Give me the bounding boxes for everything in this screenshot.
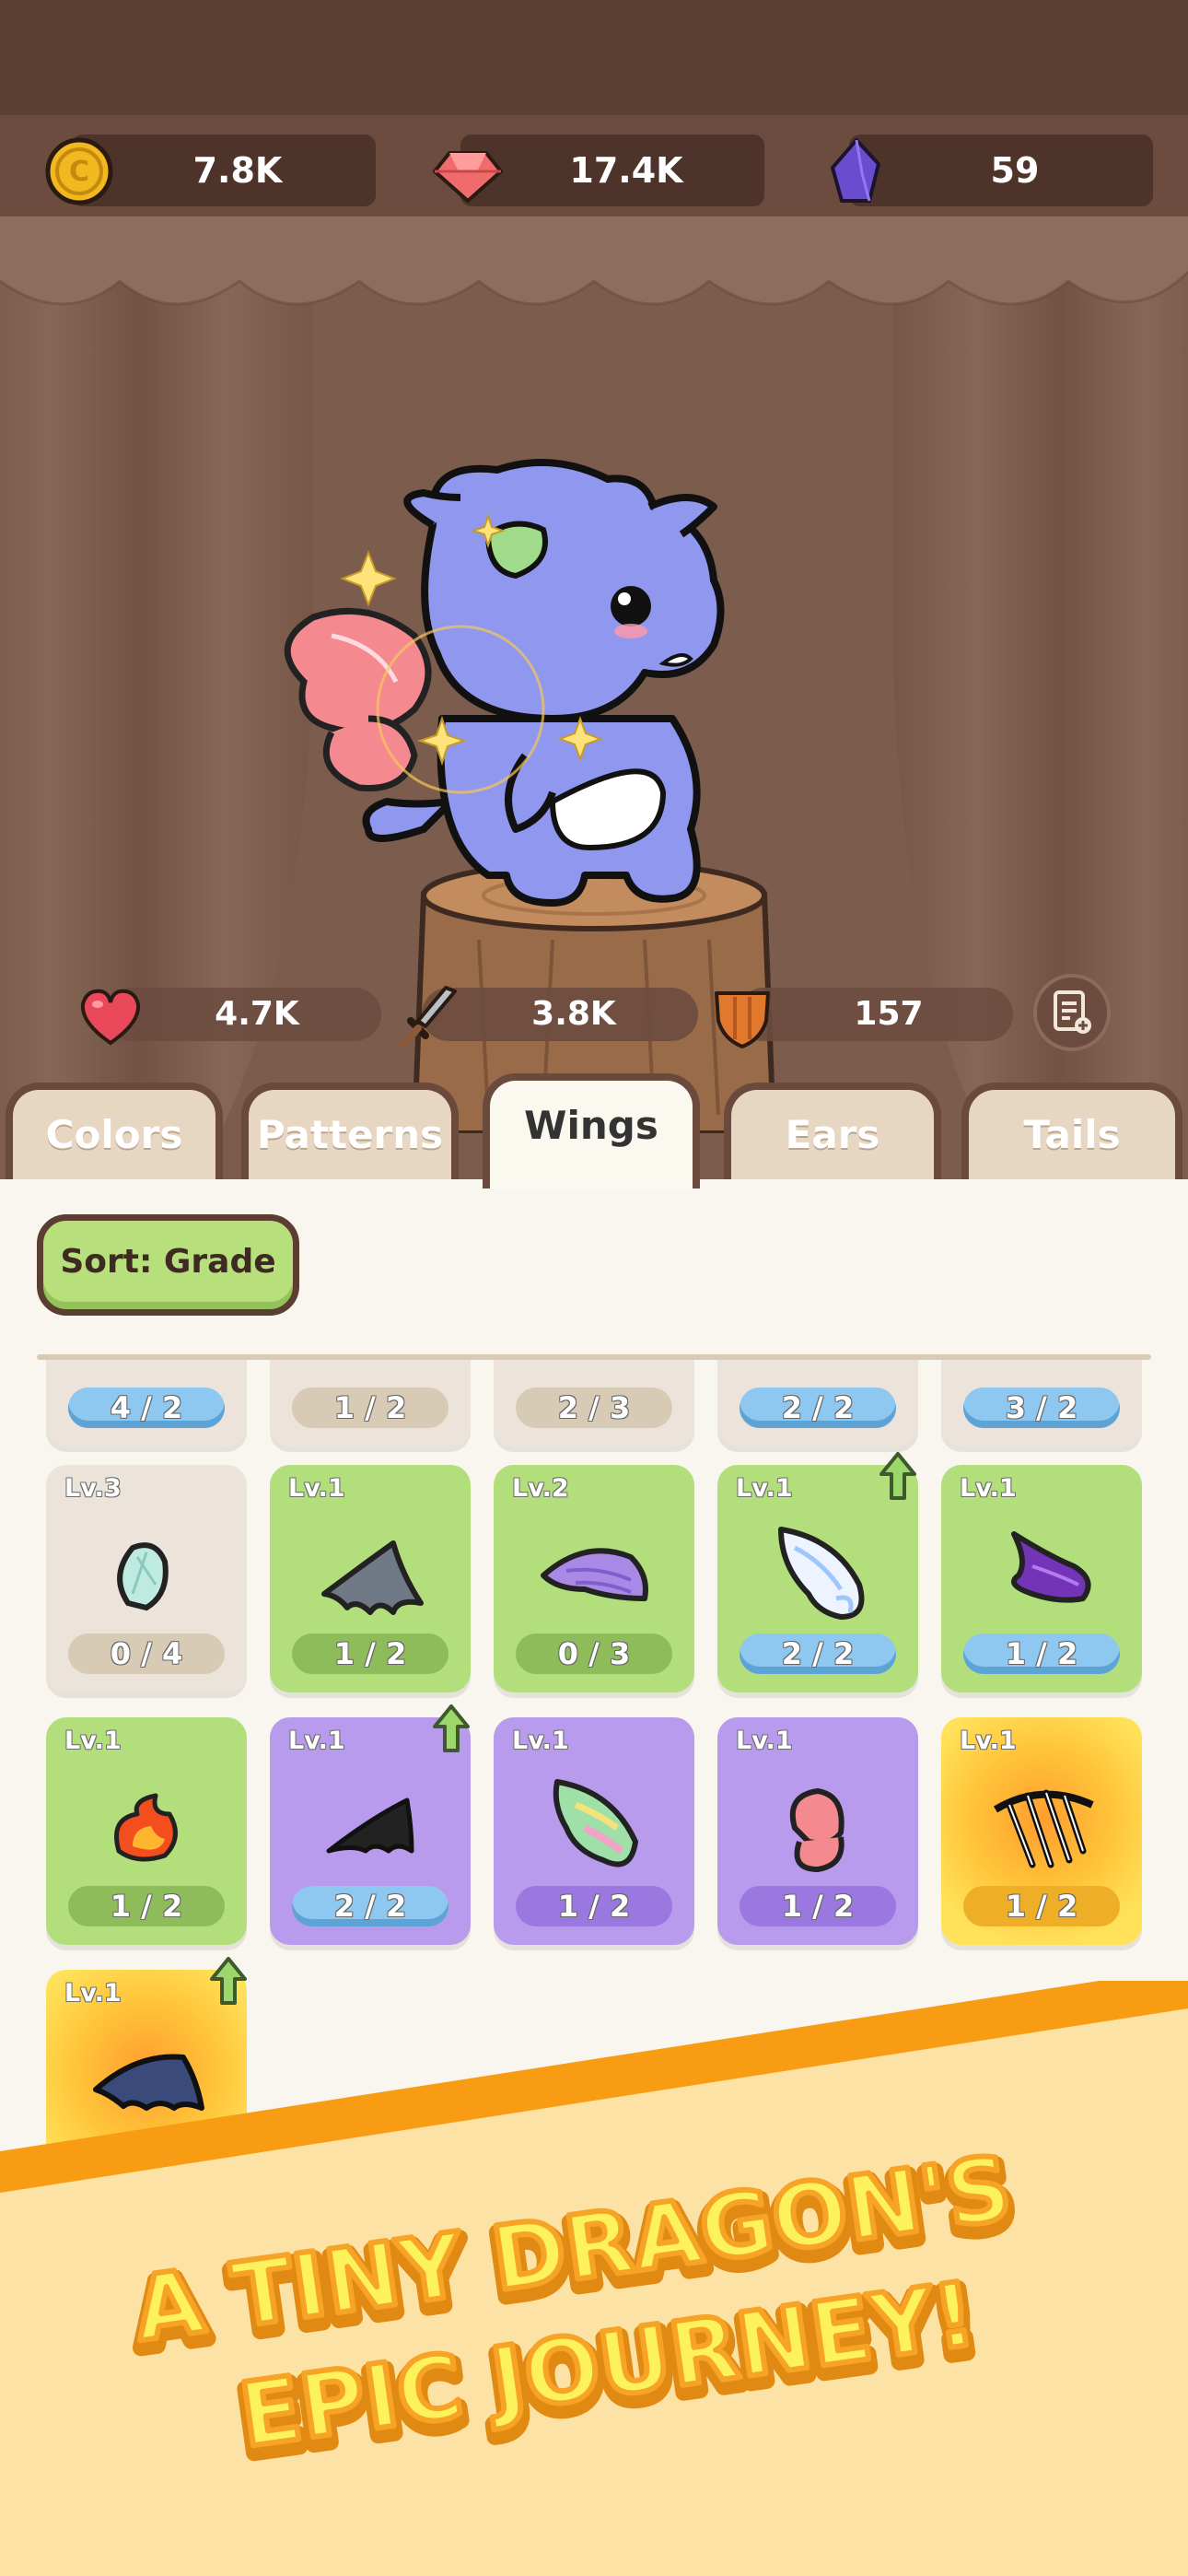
pink-butterfly-wing-icon [789,1787,844,1873]
dark-purple-wing-icon [1011,1531,1091,1603]
right-curtain [893,221,1188,1188]
item-count: 1 / 2 [516,1886,672,1926]
item-card[interactable]: 3 / 2 [941,1360,1142,1446]
item-card[interactable]: Lv.1 1 / 2 [941,1465,1142,1692]
item-count: 1 / 2 [292,1388,448,1428]
item-level: Lv.1 [960,1727,1017,1755]
defense-stat: 157 [709,984,1022,1048]
item-count: 0 / 3 [516,1633,672,1674]
rainbow-wing-icon [553,1779,638,1868]
item-count: 2 / 2 [740,1633,896,1674]
egg-shell-wing-icon [117,1542,169,1611]
pink-wing [284,607,432,792]
game-screen: C 7.8K 17.4K 59 4.7K 3.8K 157 Colors Pat… [0,0,1188,2576]
item-level: Lv.1 [288,1727,345,1755]
tab-patterns[interactable]: Patterns [241,1083,459,1188]
tab-ears[interactable]: Ears [724,1083,941,1188]
document-plus-icon [1054,990,1091,1034]
curtain-valance [0,217,1188,306]
category-tabs: Colors Patterns Wings Ears Tails [0,1073,1188,1188]
item-count: 4 / 2 [68,1388,225,1428]
gem-value: 17.4K [569,150,683,191]
item-level: Lv.2 [512,1474,569,1503]
promo-banner: A TINY DRAGON'S A TINY DRAGON'S EPIC JOU… [0,1981,1188,2576]
attack-value: 3.8K [531,995,616,1033]
health-stat: 4.7K [77,984,390,1046]
item-card[interactable]: Lv.2 0 / 3 [494,1465,694,1692]
item-card[interactable]: Lv.1 1 / 2 [494,1717,694,1945]
left-curtain [0,221,313,1188]
item-count: 1 / 2 [292,1633,448,1674]
upgrade-arrow-icon [879,1452,916,1500]
coin-counter: C 7.8K [44,135,376,206]
item-count: 1 / 2 [963,1633,1120,1674]
gray-bat-wing-icon [321,1540,424,1615]
tab-wings[interactable]: Wings [483,1073,700,1188]
item-level: Lv.1 [288,1474,345,1503]
svg-text:C: C [69,156,89,188]
item-card[interactable]: Lv.1 1 / 2 [941,1717,1142,1945]
black-bat-wing-icon [326,1797,414,1854]
angel-wing-icon [778,1527,865,1620]
purple-feather-wing-icon [541,1548,648,1601]
tab-tails[interactable]: Tails [961,1083,1182,1188]
upgrade-arrow-icon [433,1704,470,1752]
crystal-value: 59 [990,150,1040,191]
attack-stat: 3.8K [394,984,707,1048]
tab-colors[interactable]: Colors [6,1083,223,1188]
dragon-stage: C 7.8K 17.4K 59 4.7K 3.8K 157 [0,0,1188,1188]
item-count: 3 / 2 [963,1388,1120,1428]
dragon-character [284,459,725,907]
defense-value: 157 [854,995,924,1033]
coin-value: 7.8K [192,150,283,191]
item-level: Lv.1 [736,1727,793,1755]
item-count: 2 / 2 [740,1388,896,1428]
health-value: 4.7K [215,995,299,1033]
item-count: 1 / 2 [963,1886,1120,1926]
fire-wing-icon [114,1793,178,1862]
item-card[interactable]: Lv.1 1 / 2 [46,1717,247,1945]
item-card[interactable]: 1 / 2 [270,1360,471,1446]
stats-log-button[interactable] [1033,974,1111,1051]
item-level: Lv.3 [64,1474,122,1503]
skeleton-wing-icon [993,1789,1094,1868]
item-card[interactable]: 2 / 2 [717,1360,918,1446]
item-count: 1 / 2 [68,1886,225,1926]
item-level: Lv.1 [736,1474,793,1503]
sort-button[interactable]: Sort: Grade [37,1214,299,1316]
item-count: 2 / 2 [292,1886,448,1926]
item-level: Lv.1 [64,1727,122,1755]
crystal-counter: 59 [821,135,1153,206]
item-card[interactable]: Lv.1 1 / 2 [717,1717,918,1945]
item-count: 2 / 3 [516,1388,672,1428]
gem-counter: 17.4K [433,135,764,206]
item-level: Lv.1 [512,1727,569,1755]
item-card[interactable]: 4 / 2 [46,1360,247,1446]
item-card[interactable]: Lv.1 1 / 2 [270,1465,471,1692]
item-card[interactable]: Lv.3 0 / 4 [46,1465,247,1692]
item-count: 0 / 4 [68,1633,225,1674]
item-count: 1 / 2 [740,1886,896,1926]
item-card[interactable]: 2 / 3 [494,1360,694,1446]
item-level: Lv.1 [960,1474,1017,1503]
